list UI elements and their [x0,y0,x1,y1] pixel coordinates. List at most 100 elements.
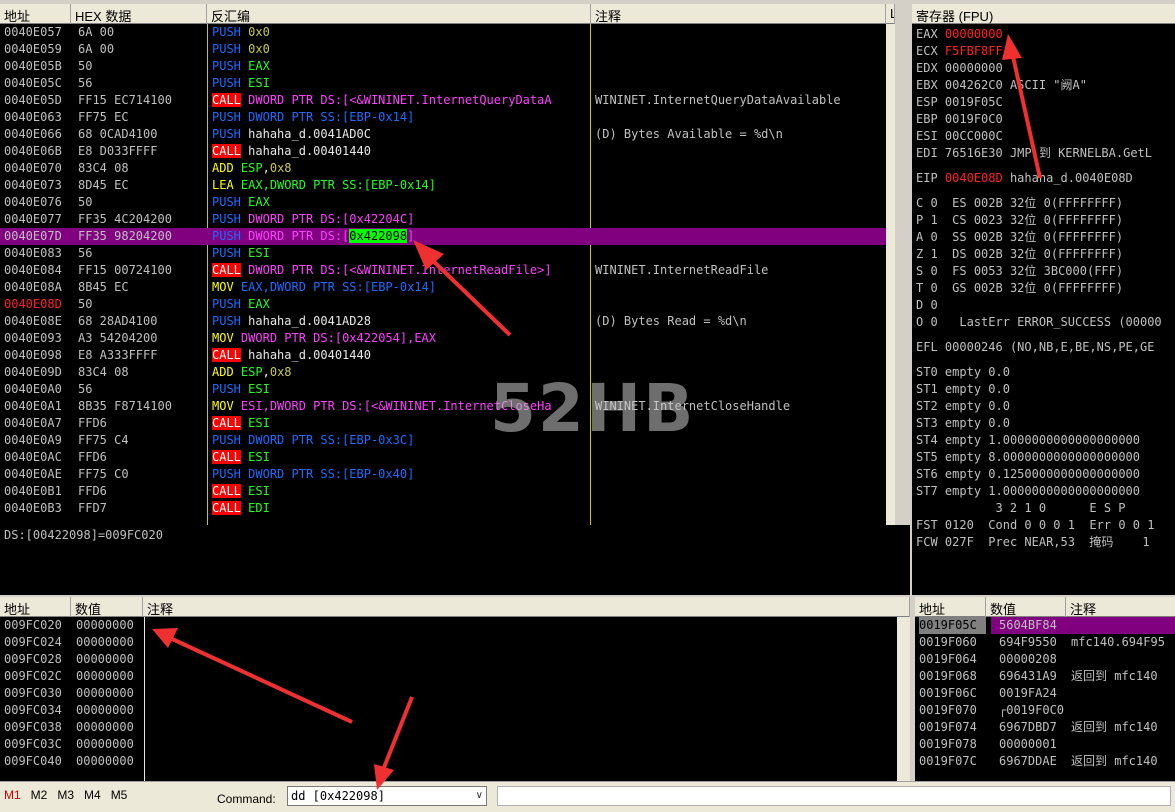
col-hex[interactable]: HEX 数据 [71,4,207,24]
register-line[interactable]: A 0 SS 002B 32位 0(FFFFFFFF) [916,229,1123,246]
register-line[interactable]: ST3 empty 0.0 [916,415,1010,432]
register-value[interactable]: 0019F0C0 [945,112,1003,126]
register-line[interactable]: C 0 ES 002B 32位 0(FFFFFFFF) [916,195,1123,212]
tab-m1[interactable]: M1 [4,788,21,802]
disasm-row[interactable]: 0040E093 A3 54204200 MOV DWORD PTR DS:[0x4… [0,330,886,347]
chevron-down-icon[interactable]: ∨ [476,787,483,805]
register-value[interactable]: F5FBF8FF [945,44,1003,58]
register-line[interactable]: ECX F5FBF8FF [916,43,1003,60]
disasm-row[interactable]: 0040E0A1 8B35 F8714100 MOV ESI,DWORD PTR D… [0,398,886,415]
dump-col-address[interactable]: 地址 [0,597,71,617]
stack-row[interactable]: 0019F060 694F9550 mfc140.694F95 [915,634,1175,651]
disasm-row[interactable]: 0040E05D FF15 EC714100 CALL DWORD PTR DS:[… [0,92,886,109]
dump-col-comment[interactable]: 注释 [143,597,910,617]
disasm-row[interactable]: 0040E084 FF15 00724100 CALL DWORD PTR DS:[… [0,262,886,279]
register-line[interactable]: ST5 empty 8.0000000000000000000 [916,449,1140,466]
stack-row[interactable]: 0019F06C 0019FA24 [915,685,1175,702]
stack-col-comment[interactable]: 注释 [1066,597,1175,617]
tab-m2[interactable]: M2 [31,788,48,802]
dump-row[interactable]: 009FC030 00000000 [0,685,897,702]
register-line[interactable]: S 0 FS 0053 32位 3BC000(FFF) [916,263,1123,280]
stack-row[interactable]: 0019F068 696431A9 返回到 mfc140 [915,668,1175,685]
register-value[interactable]: 0019F05C [945,95,1003,109]
disasm-row[interactable]: 0040E0A9 FF75 C4 PUSH DWORD PTR SS:[EBP-0x… [0,432,886,449]
register-value[interactable]: empty [945,365,981,379]
dump-row[interactable]: 009FC038 00000000 [0,719,897,736]
tab-m4[interactable]: M4 [84,788,101,802]
register-value[interactable]: empty [945,484,981,498]
disasm-row[interactable]: 0040E059 6A 00 PUSH 0x0 [0,41,886,58]
disassembly-pane[interactable]: 地址 HEX 数据 反汇编 注释 L 0040E057 6A 00 PUSH 0x0… [0,4,895,525]
register-line[interactable]: ST0 empty 0.0 [916,364,1010,381]
disasm-row[interactable]: 0040E0AE FF75 C0 PUSH DWORD PTR SS:[EBP-0x… [0,466,886,483]
register-line[interactable]: EDI 76516E30 JMP 到 KERNELBA.GetL [916,145,1152,162]
register-value[interactable]: empty [945,450,981,464]
stack-row[interactable]: 0019F064 00000208 [915,651,1175,668]
register-value[interactable]: empty [945,382,981,396]
register-line[interactable]: O 0 LastErr ERROR_SUCCESS (00000 [916,314,1162,331]
disasm-row[interactable]: 0040E06B E8 D033FFFF CALL hahaha_d.0040144… [0,143,886,160]
register-line[interactable]: ESP 0019F05C [916,94,1003,111]
dump-row[interactable]: 009FC040 00000000 [0,753,897,770]
register-line[interactable]: ST4 empty 1.0000000000000000000 [916,432,1140,449]
disasm-row[interactable]: 0040E0AC FFD6 CALL ESI [0,449,886,466]
disasm-row[interactable]: 0040E077 FF35 4C204200 PUSH DWORD PTR DS:[… [0,211,886,228]
register-value[interactable]: 00000000 [945,27,1003,41]
register-value[interactable]: 004262C0 [945,78,1003,92]
dump-scrollbar[interactable] [897,617,910,781]
col-extra[interactable]: L [886,4,895,24]
disasm-row[interactable]: 0040E09D 83C4 08 ADD ESP,0x8 [0,364,886,381]
dump-row[interactable]: 009FC02C 00000000 [0,668,897,685]
disasm-row[interactable]: 0040E0B1 FFD6 CALL ESI [0,483,886,500]
register-line[interactable]: ST2 empty 0.0 [916,398,1010,415]
dump-row[interactable]: 009FC024 00000000 [0,634,897,651]
disasm-row[interactable]: 0040E08A 8B45 EC MOV EAX,DWORD PTR SS:[EBP… [0,279,886,296]
col-disasm[interactable]: 反汇编 [207,4,591,24]
dump-row[interactable]: 009FC020 00000000 [0,617,897,634]
register-line[interactable]: ST1 empty 0.0 [916,381,1010,398]
dump-row[interactable]: 009FC034 00000000 [0,702,897,719]
stack-row[interactable]: 0019F070 ┌0019F0C0 [915,702,1175,719]
stack-col-address[interactable]: 地址 [915,597,986,617]
dump-col-value[interactable]: 数值 [71,597,143,617]
register-line[interactable]: 3 2 1 0 E S P [916,500,1125,517]
register-line[interactable]: FST 0120 Cond 0 0 0 1 Err 0 0 1 [916,517,1154,534]
register-value[interactable]: empty [945,416,981,430]
disasm-row[interactable]: 0040E08D 50 PUSH EAX [0,296,886,313]
register-line[interactable]: D 0 [916,297,945,314]
tab-m5[interactable]: M5 [111,788,128,802]
register-line[interactable]: ST6 empty 0.1250000000000000000 [916,466,1140,483]
disasm-row[interactable]: 0040E076 50 PUSH EAX [0,194,886,211]
disasm-row[interactable]: 0040E05C 56 PUSH ESI [0,75,886,92]
registers-title[interactable]: 寄存器 (FPU) [912,4,1175,24]
register-value[interactable]: empty [945,467,981,481]
register-value[interactable]: 76516E30 [945,146,1003,160]
stack-col-value[interactable]: 数值 [986,597,1066,617]
register-line[interactable]: FCW 027F Prec NEAR,53 掩码 1 [916,534,1150,551]
disasm-row[interactable]: 0040E0A7 FFD6 CALL ESI [0,415,886,432]
stack-row[interactable]: 0019F05C 5604BF84 [915,617,1175,634]
register-value[interactable]: 00CC000C [945,129,1003,143]
register-value[interactable]: 00000000 [945,61,1003,75]
stack-row[interactable]: 0019F074 6967DBD7 返回到 mfc140 [915,719,1175,736]
disasm-row[interactable]: 0040E098 E8 A333FFFF CALL hahaha_d.0040144… [0,347,886,364]
disasm-scrollbar[interactable] [886,24,895,525]
register-line[interactable]: Z 1 DS 002B 32位 0(FFFFFFFF) [916,246,1123,263]
disasm-row[interactable]: 0040E070 83C4 08 ADD ESP,0x8 [0,160,886,177]
register-value[interactable]: empty [945,433,981,447]
tab-m3[interactable]: M3 [57,788,74,802]
registers-pane[interactable]: 寄存器 (FPU) EAX 00000000 ECX F5FBF8FF EDX 00… [912,4,1175,595]
register-line[interactable]: ESI 00CC000C [916,128,1003,145]
register-line[interactable]: T 0 GS 002B 32位 0(FFFFFFFF) [916,280,1123,297]
dump-row[interactable]: 009FC028 00000000 [0,651,897,668]
register-value[interactable]: 00000246 [945,340,1003,354]
register-value[interactable]: 0120 [945,518,974,532]
register-line[interactable]: EDX 00000000 [916,60,1003,77]
disasm-row[interactable]: 0040E057 6A 00 PUSH 0x0 [0,24,886,41]
dump-row[interactable]: 009FC03C 00000000 [0,736,897,753]
col-comment[interactable]: 注释 [591,4,886,24]
disasm-row[interactable]: 0040E0A0 56 PUSH ESI [0,381,886,398]
stack-row[interactable]: 0019F078 00000001 [915,736,1175,753]
col-address[interactable]: 地址 [0,4,71,24]
register-value[interactable]: 027F [945,535,974,549]
